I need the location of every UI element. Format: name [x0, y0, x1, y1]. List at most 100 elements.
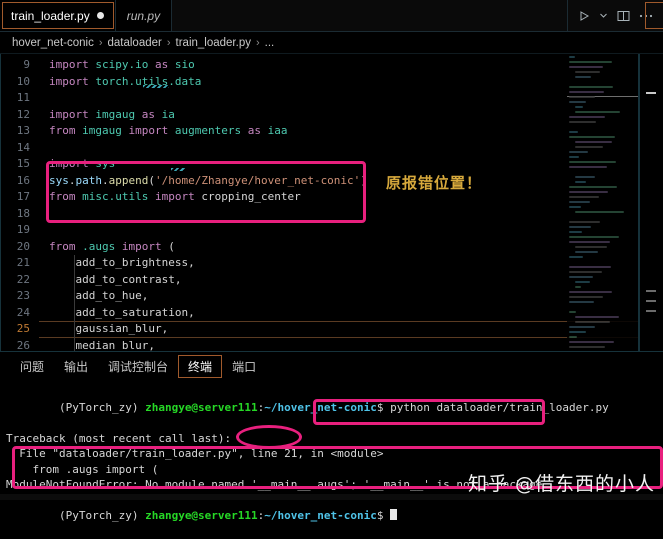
- minimap-line: [569, 196, 599, 198]
- watermark: 知乎 @借东西的小人: [468, 469, 655, 496]
- code-token: imgaug: [82, 124, 122, 137]
- code-token: [135, 108, 142, 121]
- terminal-command: python dataloader/train_loader.py: [390, 401, 609, 414]
- minimap[interactable]: [567, 54, 639, 351]
- unsaved-indicator-icon[interactable]: [97, 12, 104, 19]
- run-icon[interactable]: [578, 10, 590, 22]
- tab-bar-focus-edge: [645, 2, 663, 29]
- code-token: import: [129, 124, 169, 137]
- panel-tab-3[interactable]: 终端: [178, 355, 222, 378]
- line-number: 14: [1, 140, 30, 157]
- scrollbar-marker: [646, 310, 656, 312]
- breadcrumb-separator-icon: ›: [99, 37, 103, 49]
- minimap-line: [575, 316, 619, 318]
- code-token: misc.utils: [82, 190, 148, 203]
- terminal-line: File "dataloader/train_loader.py", line …: [6, 446, 663, 462]
- minimap-line: [569, 166, 607, 168]
- minimap-line: [569, 136, 615, 138]
- minimap-line: [575, 76, 591, 78]
- terminal-cwd: ~/hover_net-conic: [264, 509, 377, 522]
- code-token: [168, 58, 175, 71]
- minimap-line: [569, 226, 591, 228]
- terminal-prompt-line: (PyTorch_zy) zhangye@server111:~/hover_n…: [6, 384, 663, 431]
- terminal-env: (PyTorch_zy): [59, 509, 145, 522]
- breadcrumb-item-file[interactable]: train_loader.py: [176, 37, 251, 49]
- minimap-line: [575, 71, 600, 73]
- code-token: import: [122, 240, 162, 253]
- code-token: add_to_hue,: [49, 289, 148, 302]
- editor-tab-bar: train_loader.py run.py: [0, 0, 663, 32]
- minimap-line: [569, 291, 612, 293]
- error-squiggle: [171, 168, 185, 171]
- minimap-line: [569, 131, 578, 133]
- code-token: append: [109, 174, 149, 187]
- editor-scrollbar[interactable]: [639, 54, 663, 351]
- terminal-dollar: $: [377, 401, 390, 414]
- terminal-env: (PyTorch_zy): [59, 401, 145, 414]
- minimap-line: [569, 186, 617, 188]
- minimap-line: [569, 236, 619, 238]
- scrollbar-marker: [646, 290, 656, 292]
- chevron-down-icon[interactable]: [599, 11, 608, 20]
- panel-tab-4[interactable]: 端口: [222, 355, 266, 378]
- line-number: 9: [1, 57, 30, 74]
- line-number: 20: [1, 239, 30, 256]
- code-token: import: [49, 75, 89, 88]
- breadcrumb-item-folder[interactable]: dataloader: [108, 37, 162, 49]
- minimap-line: [569, 296, 603, 298]
- error-squiggle: [143, 85, 169, 88]
- minimap-line: [569, 91, 604, 93]
- line-number-gutter: 910111213141516171819202122232425262728: [1, 54, 39, 351]
- line-number: 22: [1, 272, 30, 289]
- terminal-cursor: [390, 509, 397, 520]
- minimap-line: [569, 101, 586, 103]
- code-token: .augs: [82, 240, 115, 253]
- line-number: 16: [1, 173, 30, 190]
- breadcrumb-item-symbol[interactable]: ...: [265, 37, 275, 49]
- code-token: [241, 124, 248, 137]
- line-number: 24: [1, 305, 30, 322]
- vscode-window: train_loader.py run.py hover_net-conic ›: [0, 0, 663, 500]
- code-token: [115, 240, 122, 253]
- minimap-line: [575, 146, 603, 148]
- minimap-line: [569, 66, 603, 68]
- terminal-cwd: ~/hover_net-conic: [264, 401, 377, 414]
- minimap-line: [569, 231, 582, 233]
- code-token: path: [76, 174, 103, 187]
- line-number: 18: [1, 206, 30, 223]
- terminal-colon: :: [258, 509, 265, 522]
- minimap-line: [569, 241, 610, 243]
- code-token: '/home/Zhangye/hover_net-conic': [155, 174, 360, 187]
- code-token: from: [49, 124, 76, 137]
- code-token: [148, 58, 155, 71]
- panel-tab-1[interactable]: 输出: [54, 355, 98, 378]
- code-editor[interactable]: 910111213141516171819202122232425262728 …: [0, 54, 663, 351]
- minimap-line: [569, 156, 579, 158]
- code-token: as: [248, 124, 261, 137]
- indent-guide: [74, 255, 75, 351]
- code-token: import: [49, 157, 89, 170]
- code-token: (: [168, 240, 175, 253]
- minimap-line: [569, 206, 581, 208]
- panel-tab-0[interactable]: 问题: [10, 355, 54, 378]
- minimap-line: [569, 116, 605, 118]
- split-editor-icon[interactable]: [617, 10, 630, 22]
- breadcrumb-item-root[interactable]: hover_net-conic: [12, 37, 94, 49]
- code-token: add_to_contrast,: [49, 273, 181, 286]
- minimap-line: [569, 266, 611, 268]
- panel-tab-2[interactable]: 调试控制台: [98, 355, 178, 378]
- tab-train-loader-py[interactable]: train_loader.py: [0, 0, 116, 31]
- minimap-line: [569, 86, 613, 88]
- tab-run-py[interactable]: run.py: [116, 0, 172, 31]
- code-token: cropping_center: [201, 190, 300, 203]
- code-token: ia: [162, 108, 175, 121]
- minimap-line: [575, 251, 598, 253]
- minimap-line: [575, 286, 581, 288]
- minimap-line: [569, 221, 600, 223]
- minimap-line: [575, 176, 595, 178]
- line-number: 17: [1, 189, 30, 206]
- terminal-dollar: $: [377, 509, 390, 522]
- breadcrumb: hover_net-conic › dataloader › train_loa…: [0, 32, 663, 54]
- scrollbar-marker: [646, 92, 656, 94]
- minimap-line: [569, 61, 612, 63]
